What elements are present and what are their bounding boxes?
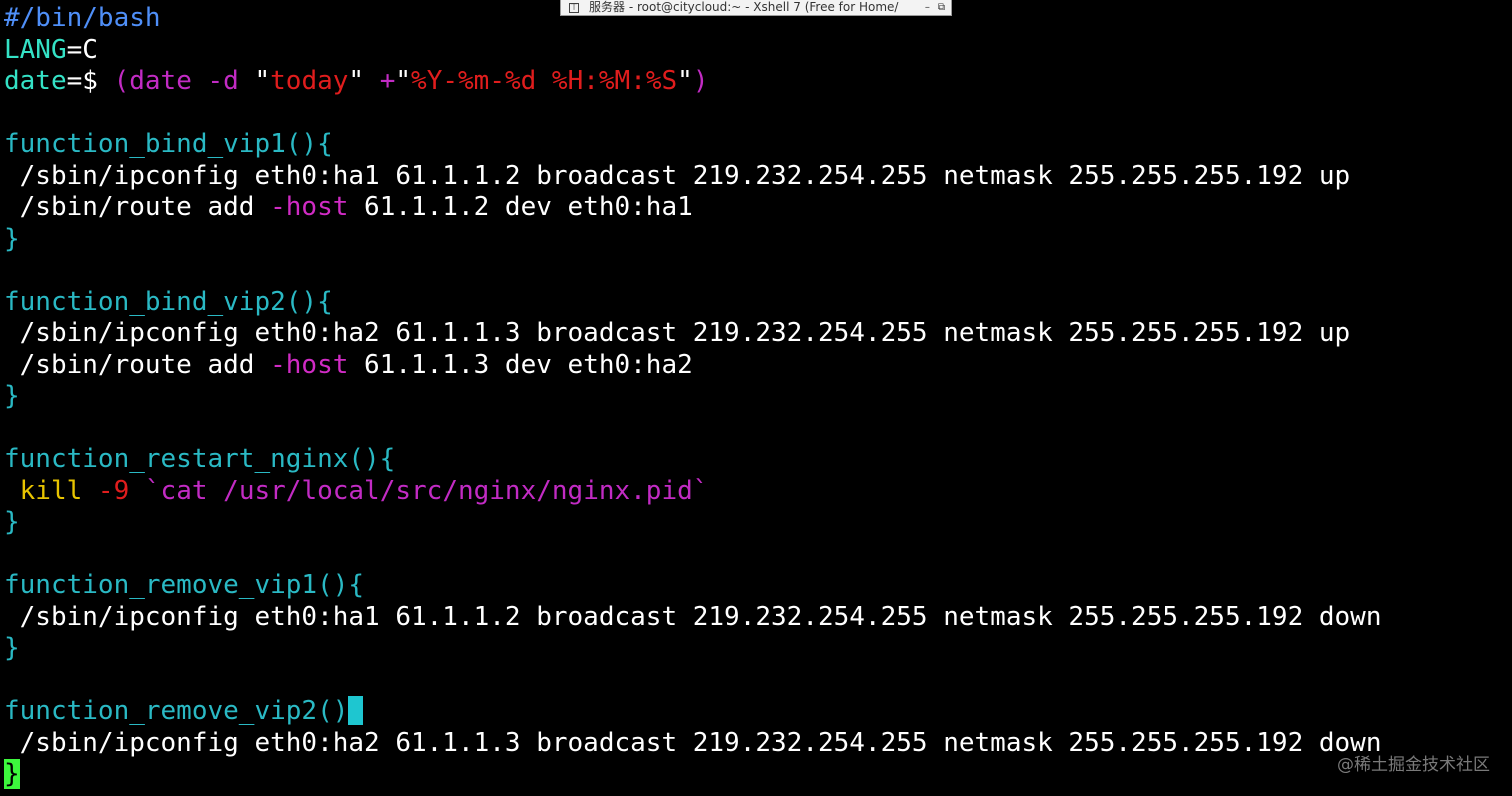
restore-icon[interactable]: ⧉ (938, 0, 945, 15)
code-token: =C (66, 34, 98, 65)
terminal-line: } (4, 381, 1382, 413)
code-token: } (4, 633, 20, 663)
code-token: date (4, 66, 67, 96)
terminal-line: /sbin/route add -host 61.1.1.3 dev eth0:… (4, 350, 1382, 382)
code-token: /sbin/ipconfig eth0:ha2 61.1.1.3 broadca… (4, 727, 1382, 758)
code-token: /sbin/ipconfig eth0:ha1 61.1.1.2 broadca… (4, 160, 1351, 191)
terminal-line: /sbin/route add -host 61.1.1.2 dev eth0:… (4, 192, 1382, 224)
window-title: 服务器 - root@citycloud:~ - Xshell 7 (Free … (589, 0, 899, 14)
watermark: @稀土掘金技术社区 (1337, 755, 1490, 775)
code-token: -host (270, 349, 349, 380)
terminal-line: date=$ (date -d "today" +"%Y-%m-%d %H:%M… (4, 66, 1382, 98)
terminal-line: } (4, 224, 1382, 256)
code-token: kill (4, 475, 98, 506)
code-token: today (270, 66, 349, 96)
terminal-line: } (4, 759, 1382, 791)
code-token: } (4, 507, 20, 537)
code-token: cat (160, 475, 224, 506)
code-token: + (379, 66, 396, 96)
xshell-title-bar[interactable]: ⊤ 服务器 - root@citycloud:~ - Xshell 7 (Fre… (560, 0, 952, 16)
code-token: -host (270, 192, 349, 222)
terminal-text-area[interactable]: #/bin/bash LANG=C date=$ (date -d "today" … (4, 3, 1382, 791)
cursor-highlighted-char: } (4, 759, 20, 789)
code-token: function_restart_nginx(){ (4, 444, 396, 474)
code-token: 61.1.1.2 dev eth0:ha1 (348, 192, 693, 222)
code-token: /sbin/route add (4, 349, 271, 380)
code-token: ` (129, 475, 161, 506)
terminal-line: /sbin/ipconfig eth0:ha1 61.1.1.2 broadca… (4, 602, 1382, 634)
terminal-line: function_remove_vip1(){ (4, 570, 1382, 602)
code-token: /usr/local/src/nginx/nginx.pid (223, 475, 693, 506)
code-token: 61.1.1.3 dev eth0:ha2 (348, 349, 693, 380)
code-token: /sbin/ipconfig eth0:ha1 61.1.1.2 broadca… (4, 601, 1382, 632)
code-token: " (677, 66, 693, 96)
code-token: LANG (4, 34, 67, 65)
terminal-line: LANG=C (4, 35, 1382, 67)
code-token: #/bin/bash (4, 3, 161, 33)
code-token: function_bind_vip1(){ (4, 129, 333, 159)
code-token: " (254, 66, 271, 96)
code-token: function_bind_vip2(){ (4, 286, 333, 317)
terminal-line: /sbin/ipconfig eth0:ha2 61.1.1.3 broadca… (4, 318, 1382, 350)
code-token: " (395, 66, 412, 96)
terminal-line: /sbin/ipconfig eth0:ha1 61.1.1.2 broadca… (4, 161, 1382, 193)
code-token: /sbin/route add (4, 192, 271, 222)
text-cursor (348, 696, 364, 725)
code-token: -9 (97, 475, 130, 506)
terminal-line: function_bind_vip2(){ (4, 287, 1382, 319)
code-token: ` (692, 475, 709, 506)
terminal-line: /sbin/ipconfig eth0:ha2 61.1.1.3 broadca… (4, 728, 1382, 760)
terminal-line: function_remove_vip2() (4, 696, 1382, 728)
pin-icon[interactable]: ⊤ (569, 2, 579, 13)
minimize-icon[interactable]: – (925, 0, 930, 15)
code-token: } (4, 381, 20, 411)
code-token: " (348, 66, 380, 96)
code-token: function_remove_vip2() (4, 696, 349, 726)
terminal-window[interactable]: #/bin/bash LANG=C date=$ (date -d "today" … (0, 0, 1512, 796)
terminal-line: } (4, 633, 1382, 665)
code-token: ) (692, 66, 709, 96)
terminal-line: function_bind_vip1(){ (4, 129, 1382, 161)
code-token: %Y-%m-%d %H:%M:%S (411, 66, 678, 96)
terminal-line: function_restart_nginx(){ (4, 444, 1382, 476)
code-token: (date -d (113, 66, 255, 96)
code-token: } (4, 223, 20, 254)
code-token: =$ (66, 66, 114, 96)
terminal-line: kill -9 `cat /usr/local/src/nginx/nginx.… (4, 476, 1382, 508)
terminal-line: } (4, 507, 1382, 539)
code-token: /sbin/ipconfig eth0:ha2 61.1.1.3 broadca… (4, 318, 1351, 348)
code-token: function_remove_vip1(){ (4, 570, 365, 600)
